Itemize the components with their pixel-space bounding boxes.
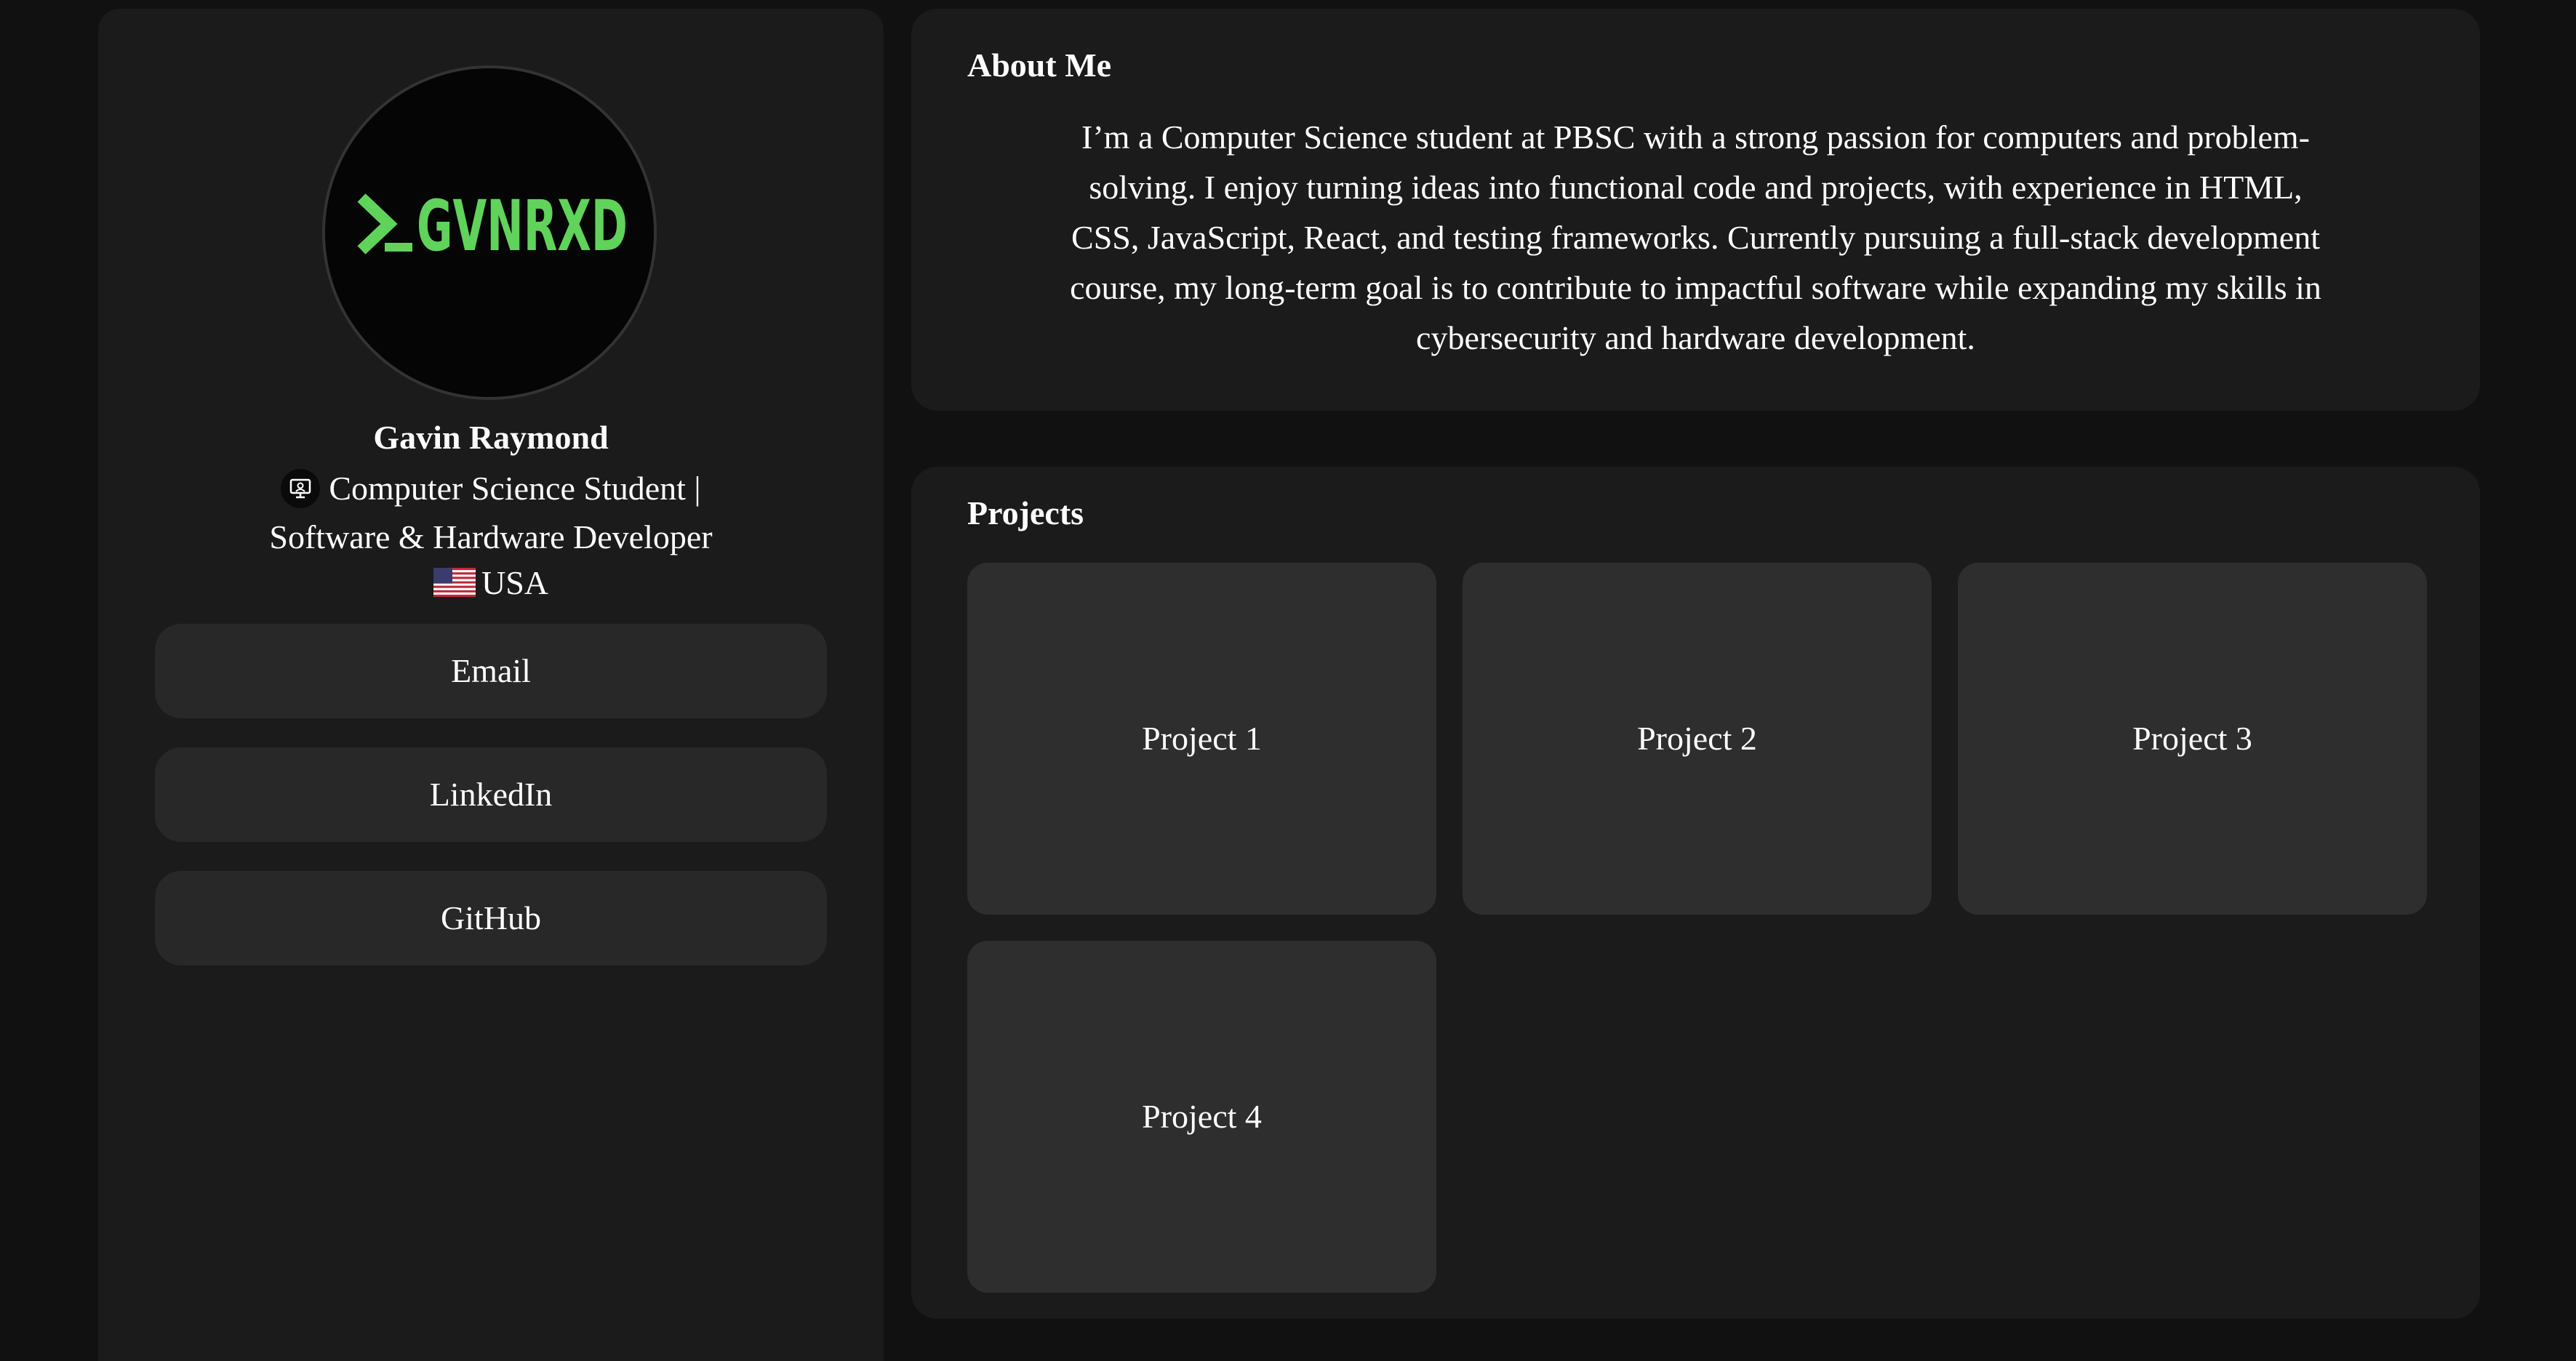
- email-button[interactable]: Email: [155, 624, 827, 718]
- profile-name: Gavin Raymond: [373, 419, 609, 456]
- about-title: About Me: [967, 47, 1112, 84]
- projects-title: Projects: [967, 494, 1084, 531]
- monitor-icon: [281, 469, 321, 508]
- gvnrxd-logo: GVNRXD: [325, 68, 654, 397]
- linkedin-button[interactable]: LinkedIn: [155, 747, 827, 842]
- github-button[interactable]: GitHub: [155, 871, 827, 965]
- about-text: I’m a Computer Science student at PBSC w…: [1070, 119, 2321, 356]
- profile-sidebar: GVNRXD Gavin Raymond Computer Science St…: [98, 9, 884, 1361]
- profile-role: Computer Science Student | Software & Ha…: [244, 464, 738, 561]
- about-panel: About Me I’m a Computer Science student …: [911, 9, 2480, 411]
- project-card-2[interactable]: Project 2: [1463, 563, 1932, 915]
- svg-text:GVNRXD: GVNRXD: [417, 185, 628, 267]
- projects-panel: Projects Project 1 Project 2 Project 3 P…: [911, 467, 2480, 1319]
- location-text: USA: [481, 564, 549, 601]
- project-card-4[interactable]: Project 4: [967, 941, 1436, 1293]
- avatar: GVNRXD: [322, 65, 657, 400]
- profile-role-text: Computer Science Student | Software & Ha…: [269, 470, 713, 555]
- project-card-3[interactable]: Project 3: [1958, 563, 2427, 915]
- us-flag-icon: [433, 564, 476, 597]
- project-card-1[interactable]: Project 1: [967, 563, 1436, 915]
- profile-location: USA: [98, 561, 884, 605]
- page: GVNRXD Gavin Raymond Computer Science St…: [0, 0, 2576, 1361]
